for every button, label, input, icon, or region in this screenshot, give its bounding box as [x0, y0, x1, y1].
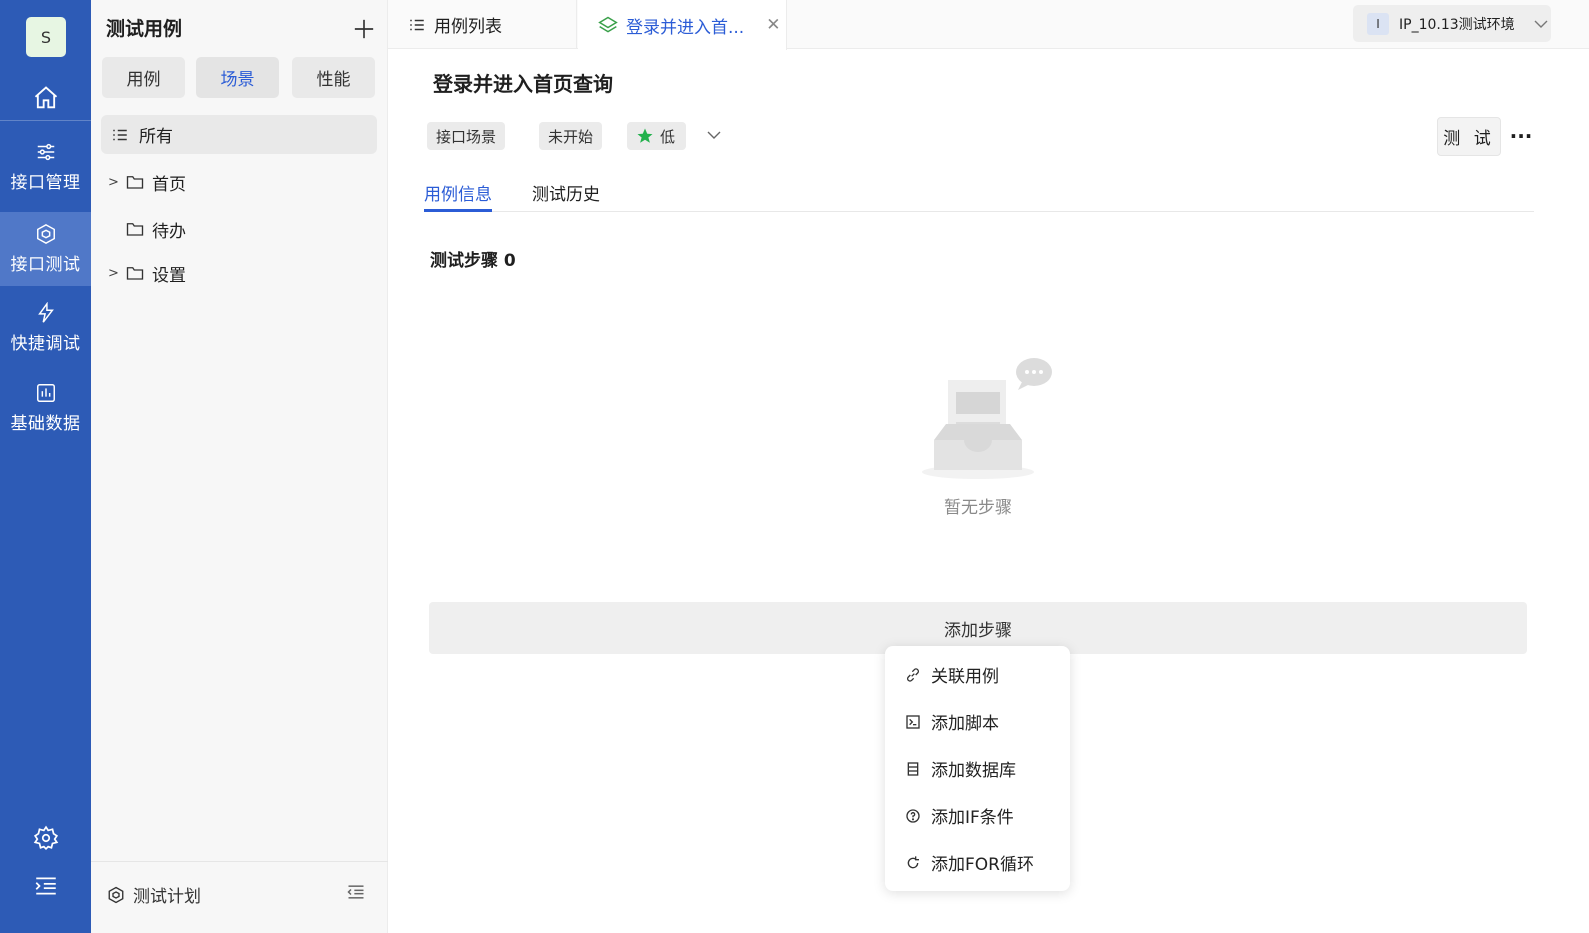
sliders-icon [37, 143, 54, 161]
tree-item-all[interactable]: 所有 [101, 115, 377, 154]
status-badge[interactable]: 未开始 [539, 122, 603, 150]
menu-item-add-database[interactable]: 添加数据库 [885, 745, 1070, 792]
cube-icon [36, 223, 55, 245]
menu-item-label: 添加数据库 [931, 761, 1016, 781]
chevron-down-icon [707, 131, 721, 139]
type-tag: 接口场景 [427, 122, 506, 150]
chevron-down-icon [1534, 20, 1548, 28]
menu-item-add-for[interactable]: 添加FOR循环 [885, 839, 1070, 886]
nav-base-data[interactable]: 基础数据 [0, 371, 91, 445]
env-label: IP_10.13测试环境 [1399, 16, 1515, 33]
folder-icon [126, 223, 144, 236]
menu-outdent-icon [347, 885, 364, 899]
collapse-tree-button[interactable] [346, 882, 366, 906]
menu-item-link-case[interactable]: 关联用例 [885, 651, 1070, 698]
tab-test-history[interactable]: 测试历史 [532, 180, 600, 212]
menu-item-label: 添加IF条件 [931, 808, 1014, 828]
tab-current-case[interactable]: 登录并进入首... ✕ [578, 0, 787, 50]
avatar[interactable]: S [26, 17, 66, 57]
close-icon[interactable]: ✕ [766, 15, 780, 35]
database-icon [907, 761, 919, 776]
tree-footer: 测试计划 [91, 861, 388, 933]
segment-performance[interactable]: 性能 [292, 57, 375, 98]
segment-scene[interactable]: 场景 [196, 57, 279, 98]
plus-icon [354, 19, 374, 39]
home-icon [34, 86, 57, 109]
chevron-right-icon[interactable]: > [108, 266, 119, 281]
tree-node-todo[interactable]: 待办 [108, 214, 186, 244]
tree-item-label: 所有 [139, 127, 173, 147]
priority-dropdown[interactable] [706, 126, 722, 145]
tab-case-info[interactable]: 用例信息 [424, 180, 492, 212]
folder-icon [126, 176, 144, 189]
add-case-button[interactable] [349, 14, 379, 44]
case-tree-panel: 测试用例 用例 场景 性能 所有 > 首页 待办 > 设置 测试计划 [91, 0, 388, 933]
tab-label: 用例列表 [434, 17, 502, 37]
collapse-rail-button[interactable] [0, 869, 91, 903]
nav-api-test[interactable]: 接口测试 [0, 212, 91, 286]
question-circle-icon [906, 808, 920, 823]
cube-icon [108, 886, 124, 903]
steps-title: 测试步骤 0 [430, 251, 516, 271]
tab-label: 登录并进入首... [626, 17, 745, 38]
empty-state-text: 暂无步骤 [944, 498, 1012, 518]
environment-select[interactable]: I IP_10.13测试环境 [1353, 5, 1551, 42]
lightning-icon [37, 302, 54, 323]
menu-indent-icon [35, 877, 56, 895]
nav-label: 接口测试 [10, 255, 81, 275]
rail-divider [0, 120, 91, 121]
chart-box-icon [36, 384, 55, 402]
terminal-icon [906, 714, 920, 729]
tree-node-label: 待办 [152, 221, 186, 242]
test-button[interactable]: 测 试 [1437, 117, 1501, 156]
nav-label: 基础数据 [10, 414, 81, 434]
tree-node-label: 设置 [152, 265, 186, 286]
menu-item-label: 添加脚本 [931, 714, 999, 734]
more-icon[interactable]: ··· [1506, 124, 1536, 148]
page-title: 登录并进入首页查询 [433, 72, 613, 96]
tab-bar: 用例列表 登录并进入首... ✕ I IP_10.13测试环境 [388, 0, 1589, 50]
priority-label: 低 [660, 127, 676, 146]
nav-label: 快捷调试 [10, 334, 81, 354]
loop-icon [907, 855, 919, 868]
settings-button[interactable] [0, 821, 91, 855]
tab-case-list[interactable]: 用例列表 [388, 0, 577, 49]
menu-item-add-if[interactable]: 添加IF条件 [885, 792, 1070, 839]
nav-quick-debug[interactable]: 快捷调试 [0, 291, 91, 365]
test-plan-link[interactable]: 测试计划 [107, 882, 201, 907]
test-plan-label: 测试计划 [133, 887, 201, 907]
star-icon [637, 128, 653, 143]
list-icon [113, 129, 127, 140]
menu-item-label: 添加FOR循环 [931, 855, 1034, 875]
nav-api-management[interactable]: 接口管理 [0, 130, 91, 204]
link-icon [907, 667, 919, 682]
menu-item-label: 关联用例 [931, 667, 999, 687]
tree-title: 测试用例 [106, 18, 183, 40]
add-step-menu: 关联用例 添加脚本 添加数据库 添加IF条件 添加FOR循环 [885, 646, 1070, 891]
nav-label: 接口管理 [10, 173, 81, 193]
subtab-bar: 用例信息 测试历史 [424, 176, 1534, 212]
folder-icon [126, 267, 144, 280]
tree-node-settings[interactable]: > 设置 [108, 258, 186, 288]
gear-icon [33, 825, 58, 851]
tree-node-label: 首页 [152, 174, 186, 195]
tree-node-home[interactable]: > 首页 [108, 167, 186, 197]
chevron-right-icon[interactable]: > [108, 175, 119, 190]
priority-badge[interactable]: 低 [627, 122, 686, 150]
left-nav-rail: S 接口管理 接口测试 快捷调试 基础数据 [0, 0, 91, 933]
menu-item-add-script[interactable]: 添加脚本 [885, 698, 1070, 745]
env-badge: I [1367, 12, 1389, 35]
layers-icon [598, 16, 618, 33]
home-button[interactable] [0, 78, 91, 118]
segment-case[interactable]: 用例 [102, 57, 185, 98]
list-icon [410, 19, 424, 30]
empty-inbox-illustration [918, 352, 1058, 486]
